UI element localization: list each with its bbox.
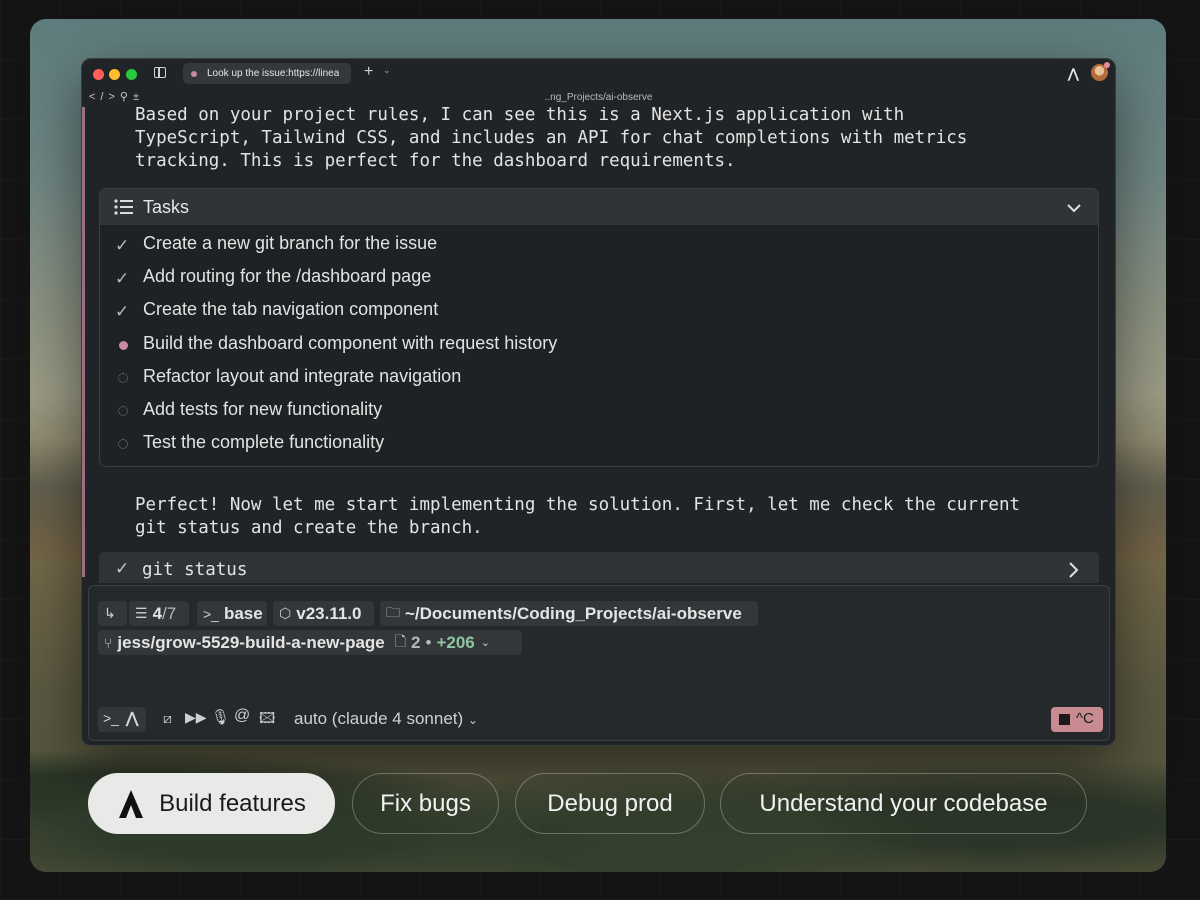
pill-label: Build features <box>159 789 306 817</box>
task-progress-total: /7 <box>162 603 177 623</box>
chevron-down-icon: ⌄ <box>467 713 478 727</box>
pill-label: Fix bugs <box>380 789 471 817</box>
list-icon <box>114 199 133 215</box>
check-icon <box>115 302 133 320</box>
task-label: Build the dashboard component with reque… <box>143 332 558 353</box>
model-selector[interactable]: auto (claude 4 sonnet) ⌄ <box>294 709 478 729</box>
pending-circle-icon <box>118 406 128 416</box>
pill-label: Debug prod <box>547 789 673 817</box>
pill-fix-bugs[interactable]: Fix bugs <box>352 773 499 834</box>
list-icon: ☰ <box>135 605 148 621</box>
node-version-chip[interactable]: ⬡ v23.11.0 <box>273 601 374 626</box>
conversation-pane: Based on your project rules, I can see t… <box>82 107 1115 583</box>
warp-logo-icon[interactable]: ⋀ <box>1068 66 1079 82</box>
microphone-icon[interactable]: 🎙 <box>211 708 230 726</box>
tab-title: Look up the issue:https://linea <box>207 68 340 79</box>
check-icon <box>115 236 133 254</box>
task-progress-chip[interactable]: ☰ 4/7 <box>129 601 189 626</box>
window-path-title: ..ng_Projects/ai-observe <box>544 92 653 103</box>
chevron-down-icon[interactable]: ⌄ <box>481 636 490 649</box>
stop-icon <box>1059 714 1070 725</box>
env-chip[interactable]: >_ base <box>197 601 267 626</box>
sidebar-toggle-icon[interactable] <box>154 67 166 78</box>
pending-circle-icon <box>118 439 128 450</box>
warp-logo-icon <box>119 789 144 818</box>
pill-build-features[interactable]: Build features <box>88 773 335 834</box>
directory-chip[interactable]: 🗀 ~/Documents/Coding_Projects/ai-observe <box>380 601 758 626</box>
pill-label: Understand your codebase <box>759 789 1048 817</box>
task-label: Test the complete functionality <box>143 432 385 453</box>
model-label: auto (claude 4 sonnet) <box>294 709 464 728</box>
tab-dropdown-chevron-icon[interactable]: ⌄ <box>383 65 391 76</box>
tasks-title: Tasks <box>143 197 190 217</box>
prompt-icon: >_ <box>203 605 219 622</box>
mode-toggle[interactable]: >_ ⋀ <box>98 707 146 732</box>
terminal-mode-icon[interactable]: >_ <box>103 710 119 726</box>
git-branch-icon: ⑂ <box>104 634 113 651</box>
terminal-window: Look up the issue:https://linea + ⌄ ⋀ </… <box>81 58 1116 746</box>
command-text: git status <box>142 560 248 580</box>
files-changed: 2 <box>411 632 421 652</box>
close-window-button[interactable] <box>93 69 104 80</box>
agent-mode-icon[interactable]: ⋀ <box>126 709 138 727</box>
task-label: Create a new git branch for the issue <box>143 233 438 253</box>
agent-message-followup: Perfect! Now let me start implementing t… <box>135 495 1021 538</box>
file-icon: 🗋 <box>394 632 407 649</box>
check-icon <box>115 269 133 287</box>
task-label: Create the tab navigation component <box>143 299 439 320</box>
separator-dot: • <box>425 632 432 652</box>
env-name: base <box>223 603 263 623</box>
user-avatar[interactable] <box>1091 62 1110 81</box>
prompt-input-area[interactable]: ↳ ☰ 4/7 >_ base ⬡ v23.11.0 🗀 ~/Documents… <box>88 585 1110 741</box>
task-label: Add tests for new functionality <box>143 399 383 419</box>
nodejs-icon: ⬡ <box>279 605 292 621</box>
image-icon[interactable]: 🖾 <box>259 708 275 733</box>
minimize-window-button[interactable] <box>109 69 120 80</box>
tasks-header[interactable]: Tasks <box>100 189 1098 225</box>
pill-understand-codebase[interactable]: Understand your codebase <box>720 773 1087 834</box>
folder-icon: 🗀 <box>386 603 400 620</box>
new-tab-plus-icon[interactable]: + <box>364 64 373 80</box>
stop-button[interactable]: ^C <box>1051 707 1103 732</box>
task-label: Add routing for the /dashboard page <box>143 266 432 287</box>
secondary-toolbar: </>⚲± ..ng_Projects/ai-observe <box>82 89 1115 107</box>
tasks-panel: Tasks Create a new git branch for the is… <box>99 188 1099 467</box>
diff-additions: +206 <box>436 632 475 652</box>
task-progress-current: 4 <box>152 603 163 623</box>
chevron-right-icon[interactable] <box>1067 561 1081 579</box>
directory-path: ~/Documents/Coding_Projects/ai-observe <box>405 603 742 623</box>
stop-shortcut-label: ^C <box>1076 710 1094 727</box>
agent-message-intro: Based on your project rules, I can see t… <box>135 107 968 171</box>
block-accent-bar <box>82 107 85 577</box>
task-label: Refactor layout and integrate navigation <box>143 365 462 386</box>
chevron-down-icon[interactable] <box>1066 200 1082 216</box>
pending-circle-icon <box>118 372 128 383</box>
pill-debug-prod[interactable]: Debug prod <box>515 773 705 834</box>
tab-active[interactable]: Look up the issue:https://linea <box>183 63 351 84</box>
slash-command-icon[interactable]: ⧄ <box>163 710 172 727</box>
fast-forward-icon[interactable]: ▶▶ <box>185 709 207 726</box>
in-progress-dot-icon <box>119 340 128 350</box>
return-arrow-icon: ↳ <box>104 605 116 621</box>
return-arrow-chip[interactable]: ↳ <box>98 601 127 626</box>
git-branch-chip[interactable]: ⑂ jess/grow-5529-build-a-new-page 🗋 2 • … <box>98 630 522 655</box>
mention-icon[interactable]: @ <box>234 707 250 725</box>
tab-status-dot <box>191 70 197 77</box>
title-bar: Look up the issue:https://linea + ⌄ ⋀ <box>82 59 1115 89</box>
maximize-window-button[interactable] <box>126 69 137 80</box>
git-branch-name: jess/grow-5529-build-a-new-page <box>117 632 385 652</box>
check-icon: ✓ <box>115 559 130 578</box>
command-block[interactable]: ✓ git status <box>99 552 1099 583</box>
node-version: v23.11.0 <box>296 603 362 623</box>
